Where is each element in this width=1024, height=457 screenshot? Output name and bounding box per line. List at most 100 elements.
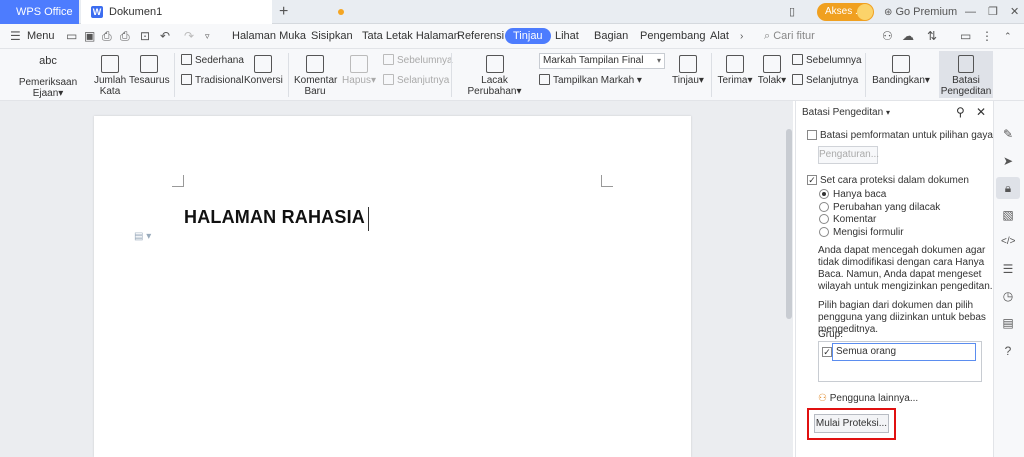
protect-checkbox[interactable]: ✓ <box>807 175 817 185</box>
ribbon-divider <box>865 53 866 97</box>
more-icon[interactable]: ⋮ <box>981 24 993 49</box>
menu-button[interactable]: Menu <box>27 24 55 49</box>
tab-tinjau[interactable]: Tinjau <box>505 28 551 44</box>
new-tab-button[interactable]: + <box>279 2 288 22</box>
tab-wps-office[interactable]: WPS Office <box>0 0 79 24</box>
radio-komentar[interactable] <box>819 214 829 224</box>
selanjutnya-change-button[interactable]: Selanjutnya <box>792 74 858 88</box>
comment-icon[interactable]: ▭ <box>960 24 971 49</box>
new-comment-icon <box>306 55 324 73</box>
collapse-ribbon-icon[interactable]: ⌃ <box>1004 24 1012 49</box>
jumlah-kata-label-1: Jumlah <box>94 75 127 86</box>
tab-tata-letak[interactable]: Tata Letak Halaman <box>362 24 460 49</box>
radio-formulir[interactable] <box>819 227 829 237</box>
komentar-baru-button[interactable]: Komentar Baru <box>294 55 337 97</box>
tab-sisipkan[interactable]: Sisipkan <box>311 24 353 49</box>
layout-icon[interactable]: ▯ <box>789 0 795 24</box>
hamburger-icon[interactable]: ☰ <box>10 24 21 49</box>
print-icon[interactable]: ⎙ <box>120 24 130 49</box>
tolak-button[interactable]: Tolak▾ <box>756 55 788 86</box>
document-page[interactable] <box>94 116 691 457</box>
sliders-icon[interactable]: ☰ <box>1001 262 1015 276</box>
terima-button[interactable]: Terima▾ <box>716 55 754 86</box>
document-scrollbar[interactable] <box>784 101 793 457</box>
tesaurus-button[interactable]: Tesaurus <box>129 55 170 86</box>
bandingkan-button[interactable]: Bandingkan▾ <box>872 55 930 86</box>
sebelumnya-comment-button[interactable]: Sebelumnya <box>383 54 453 68</box>
redo-icon[interactable]: ↷ <box>184 24 194 49</box>
paragraph-handle-icon[interactable]: ▤ ▾ <box>134 231 151 242</box>
sync-icon[interactable]: ⇅ <box>927 24 937 49</box>
share-user-icon[interactable]: ⚇ <box>882 24 893 49</box>
cursor-select-icon[interactable]: ➤ <box>1001 154 1015 168</box>
grup-label: Grup: <box>818 329 844 340</box>
layers-icon[interactable]: ▤ <box>1001 316 1015 330</box>
tradisional-button[interactable]: Tradisional <box>181 74 244 88</box>
customize-icon[interactable]: ▿ <box>205 24 210 49</box>
group-checkbox[interactable]: ✓ <box>822 347 832 357</box>
document-title[interactable]: HALAMAN RAHASIA <box>184 207 365 228</box>
panel-header[interactable]: Batasi Pengeditan ▾ <box>802 107 890 118</box>
open-icon[interactable]: ▭ <box>66 24 77 49</box>
tab-pengembang[interactable]: Pengembang <box>640 24 705 49</box>
export-icon[interactable]: ⎙ <box>102 24 112 49</box>
sederhana-button[interactable]: Sederhana <box>181 54 244 68</box>
scrollbar-thumb[interactable] <box>786 129 792 319</box>
tab-referensi[interactable]: Referensi <box>457 24 504 49</box>
other-users-link[interactable]: ⚇ Pengguna lainnya... <box>818 393 918 405</box>
pin-icon[interactable]: ⚲ <box>956 106 965 118</box>
markah-select[interactable]: Markah Tampilan Final ▾ <box>539 53 665 69</box>
option-formulir-label: Mengisi formulir <box>833 227 904 238</box>
pengaturan-button[interactable]: Pengaturan... <box>818 146 879 164</box>
sebelumnya-change-button[interactable]: Sebelumnya <box>792 54 862 68</box>
search-input[interactable]: ⌕ Cari fitur <box>764 24 815 49</box>
chevron-right-icon[interactable]: › <box>740 24 743 49</box>
pemeriksaan-ejaan-button[interactable]: abc Pemeriksaan Ejaan▾ <box>8 55 88 99</box>
restore-icon[interactable]: ❐ <box>988 0 998 24</box>
undo-icon[interactable]: ↶ <box>160 24 170 49</box>
group-entry-field[interactable]: Semua orang <box>832 343 976 361</box>
radio-hanya-baca[interactable] <box>819 189 829 199</box>
close-icon[interactable]: ✕ <box>1010 0 1019 24</box>
preview-icon[interactable]: ⊡ <box>140 24 150 49</box>
menu-bar: ☰ Menu ▭ ▣ ⎙ ⎙ ⊡ ↶ ↷ ▿ Halaman Muka Sisi… <box>0 24 1024 49</box>
jumlah-kata-button[interactable]: Jumlah Kata <box>94 55 126 97</box>
account-button[interactable]: Akses ... <box>817 3 874 21</box>
save-icon[interactable]: ▣ <box>84 24 95 49</box>
lacak-perubahan-button[interactable]: Lacak Perubahan▾ <box>457 55 532 97</box>
tab-lihat[interactable]: Lihat <box>555 24 579 49</box>
premium-icon: ⊛ <box>884 7 893 18</box>
tab-bagian[interactable]: Bagian <box>594 24 628 49</box>
hapus-button[interactable]: Hapus▾ <box>341 55 377 86</box>
traditional-icon <box>181 74 192 85</box>
history-icon[interactable]: ◷ <box>1001 289 1015 303</box>
tab-document[interactable]: W Dokumen1 <box>81 0 344 24</box>
previous-change-icon <box>792 54 803 65</box>
other-users-label: Pengguna lainnya... <box>829 393 919 404</box>
minimize-icon[interactable]: — <box>965 0 976 24</box>
radio-perubahan[interactable] <box>819 202 829 212</box>
code-icon[interactable]: </> <box>1001 235 1015 249</box>
tampilkan-markah-button[interactable]: Tampilkan Markah ▾ <box>539 74 642 88</box>
help-icon[interactable]: ? <box>1001 344 1015 358</box>
edit-pen-icon[interactable]: ✎ <box>1001 127 1015 141</box>
previous-comment-icon <box>383 54 394 65</box>
tab-alat[interactable]: Alat <box>710 24 729 49</box>
description-line: wilayah untuk mengizinkan pengeditan. <box>818 281 993 292</box>
format-restrict-label: Batasi pemformatan untuk pilihan gaya <box>820 130 993 141</box>
option-perubahan-label: Perubahan yang dilacak <box>833 202 941 213</box>
lock-icon[interactable]: 🔒︎ <box>996 177 1020 199</box>
cloud-icon[interactable]: ☁ <box>902 24 914 49</box>
tab-halaman-muka[interactable]: Halaman Muka <box>232 24 306 49</box>
document-edit-icon[interactable]: ▧ <box>1001 208 1015 222</box>
batasi-pengeditan-button[interactable]: Batasi Pengeditan <box>939 51 993 98</box>
format-restrict-checkbox[interactable] <box>807 130 817 140</box>
tinjau-button[interactable]: Tinjau▾ <box>670 55 706 86</box>
go-premium-button[interactable]: ⊛ Go Premium <box>884 0 957 25</box>
sederhana-label: Sederhana <box>195 55 244 66</box>
konversi-button[interactable]: Konversi <box>244 55 283 86</box>
selanjutnya-comment-button[interactable]: Selanjutnya <box>383 74 449 88</box>
markah-select-value: Markah Tampilan Final <box>543 55 644 66</box>
close-panel-icon[interactable]: ✕ <box>976 106 986 118</box>
next-change-icon <box>792 74 803 85</box>
